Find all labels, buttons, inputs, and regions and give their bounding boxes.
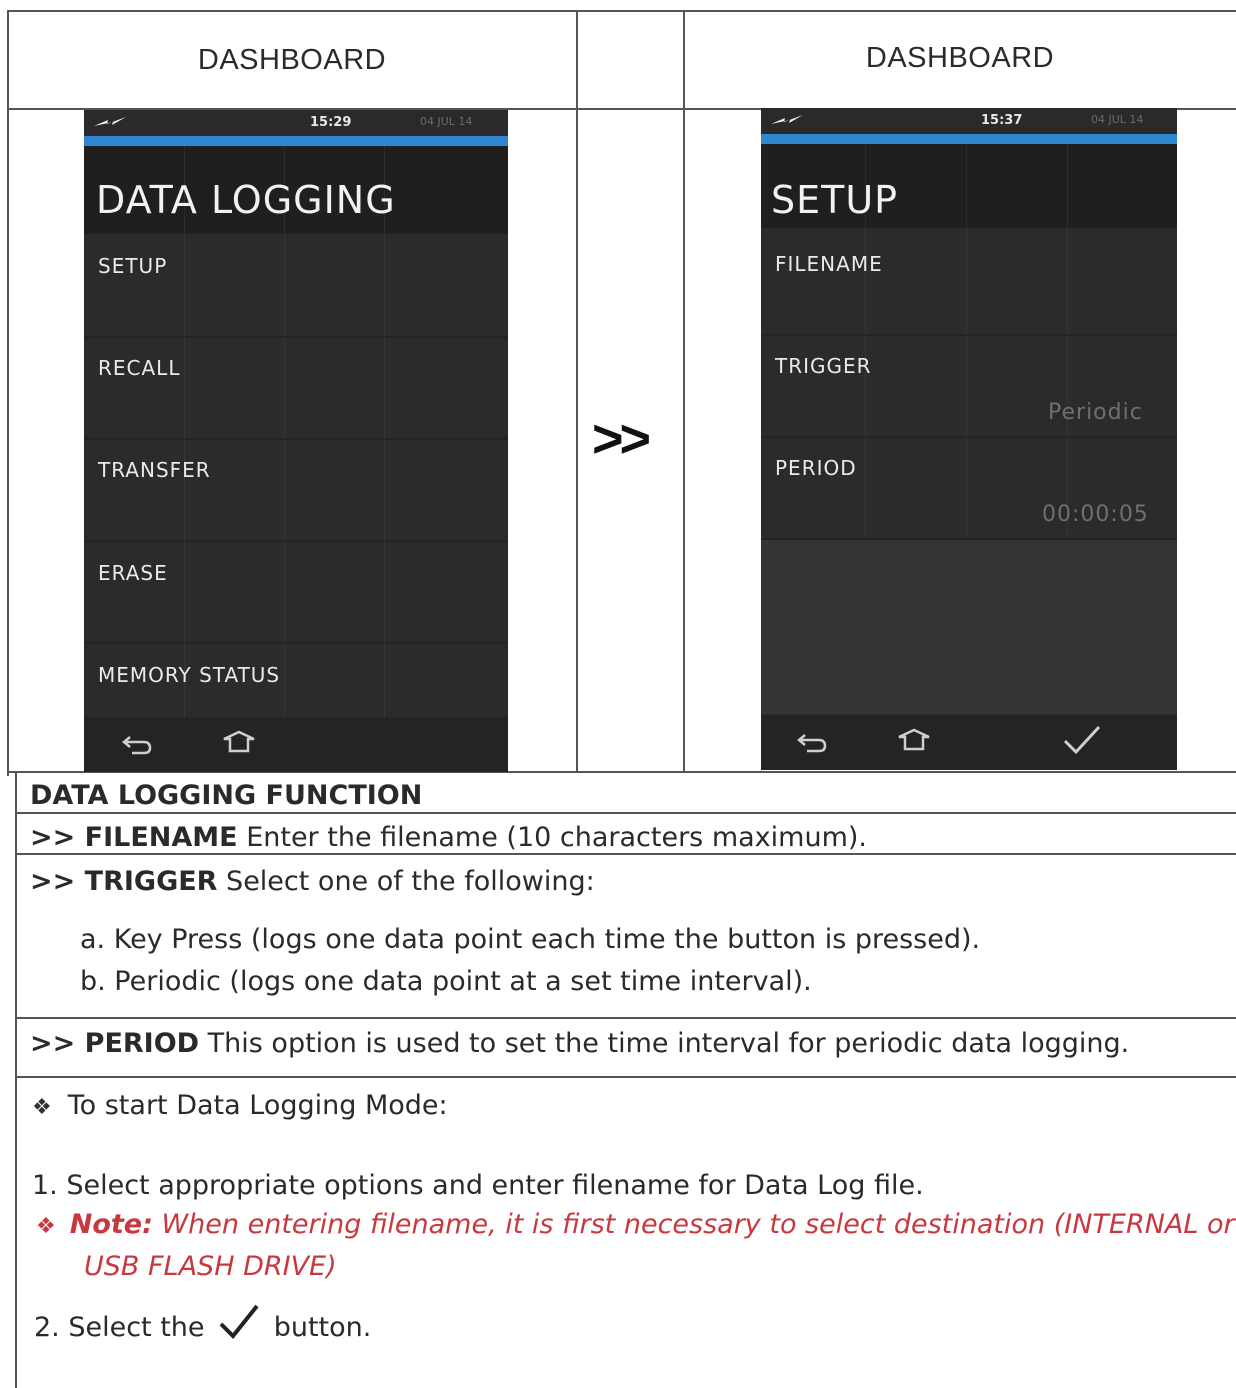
home-icon[interactable] xyxy=(895,727,933,753)
section-title: DATA LOGGING FUNCTION xyxy=(30,780,423,811)
grid-line xyxy=(384,146,385,772)
menu-divider xyxy=(84,642,508,644)
menu-divider xyxy=(761,334,1177,336)
screen-title: SETUP xyxy=(771,178,899,222)
menu-item-recall[interactable]: RECALL xyxy=(98,356,180,380)
menu-divider xyxy=(84,336,508,338)
row-prefix: >> xyxy=(30,1028,85,1059)
trigger-key: TRIGGER xyxy=(84,866,218,897)
grid-line xyxy=(284,146,285,772)
menu-item-erase[interactable]: ERASE xyxy=(98,561,168,585)
filename-row-border xyxy=(15,853,1236,855)
bottom-nav-bar xyxy=(761,715,1177,770)
menu-item-period[interactable]: PERIOD xyxy=(775,456,857,480)
status-divider xyxy=(761,134,1177,144)
trigger-row: >> TRIGGER Select one of the following: xyxy=(30,866,595,897)
menu-item-transfer[interactable]: TRANSFER xyxy=(98,458,211,482)
trigger-option-b: b. Periodic (logs one data point at a se… xyxy=(80,966,812,997)
note-line-2: USB FLASH DRIVE) xyxy=(84,1251,337,1282)
filename-description: Enter the filename (10 characters maximu… xyxy=(237,822,867,853)
flash-icon xyxy=(94,117,126,126)
step-1: 1. Select appropriate options and enter … xyxy=(32,1170,924,1201)
data-logging-screen: 15:29 04 JUL 14 DATA LOGGING SETUP RECAL… xyxy=(84,110,508,772)
period-description: This option is used to set the time inte… xyxy=(199,1028,1130,1059)
status-divider xyxy=(84,136,508,146)
status-date: 04 JUL 14 xyxy=(420,115,473,128)
table-left-border xyxy=(7,10,9,776)
bullet-icon: ❖ xyxy=(32,1095,52,1120)
trigger-value: Periodic xyxy=(1048,400,1143,425)
menu-item-trigger[interactable]: TRIGGER xyxy=(775,354,872,378)
step-2-text: 2. Select the xyxy=(34,1312,205,1343)
home-icon[interactable] xyxy=(220,729,258,755)
screen-title: DATA LOGGING xyxy=(96,178,396,222)
filename-key: FILENAME xyxy=(84,822,238,853)
col-divider-1 xyxy=(576,10,578,772)
start-heading-text: To start Data Logging Mode: xyxy=(67,1090,448,1121)
menu-item-memory-status[interactable]: MEMORY STATUS xyxy=(98,663,280,687)
trigger-description: Select one of the following: xyxy=(217,866,595,897)
note-line-1: ❖ Note: When entering filename, it is fir… xyxy=(36,1209,1235,1240)
menu-item-filename[interactable]: FILENAME xyxy=(775,252,883,276)
left-column-title: DASHBOARD xyxy=(197,44,387,76)
note-label: Note: xyxy=(69,1209,153,1240)
transition-arrows: >> xyxy=(592,409,651,469)
period-value: 00:00:05 xyxy=(1042,502,1149,527)
back-icon[interactable] xyxy=(120,731,154,757)
note-bullet-icon: ❖ xyxy=(36,1214,56,1239)
note-text: When entering filename, it is first nece… xyxy=(152,1209,1235,1240)
status-date: 04 JUL 14 xyxy=(1091,113,1144,126)
bottom-nav-bar xyxy=(84,717,508,772)
trigger-row-border xyxy=(15,1017,1236,1019)
status-time: 15:29 xyxy=(310,115,352,130)
row-prefix: >> xyxy=(30,822,85,853)
period-row-border xyxy=(15,1076,1236,1078)
period-key: PERIOD xyxy=(84,1028,200,1059)
flash-icon xyxy=(771,115,803,124)
setup-screen: 15:37 04 JUL 14 SETUP FILENAME TRIGGER P… xyxy=(761,108,1177,770)
menu-divider xyxy=(761,436,1177,438)
lower-left-border xyxy=(15,771,17,1388)
filename-row: >> FILENAME Enter the filename (10 chara… xyxy=(30,822,867,853)
step-2-text-end: button. xyxy=(273,1312,372,1343)
back-icon[interactable] xyxy=(795,729,829,755)
check-icon[interactable] xyxy=(1061,723,1103,757)
empty-area xyxy=(761,540,1177,714)
menu-item-setup[interactable]: SETUP xyxy=(98,254,167,278)
right-column-title: DASHBOARD xyxy=(865,42,1055,74)
menu-divider xyxy=(84,540,508,542)
col-divider-2 xyxy=(683,10,685,772)
start-heading: ❖ To start Data Logging Mode: xyxy=(32,1090,448,1121)
status-time: 15:37 xyxy=(981,113,1023,128)
menu-divider xyxy=(84,438,508,440)
table-top-border xyxy=(8,10,1236,12)
check-icon xyxy=(219,1304,259,1339)
section-title-border xyxy=(15,812,1236,814)
trigger-option-a: a. Key Press (logs one data point each t… xyxy=(80,924,981,955)
step-2: 2. Select the button. xyxy=(34,1302,371,1343)
period-row: >> PERIOD This option is used to set the… xyxy=(30,1028,1129,1059)
row-prefix: >> xyxy=(30,866,85,897)
